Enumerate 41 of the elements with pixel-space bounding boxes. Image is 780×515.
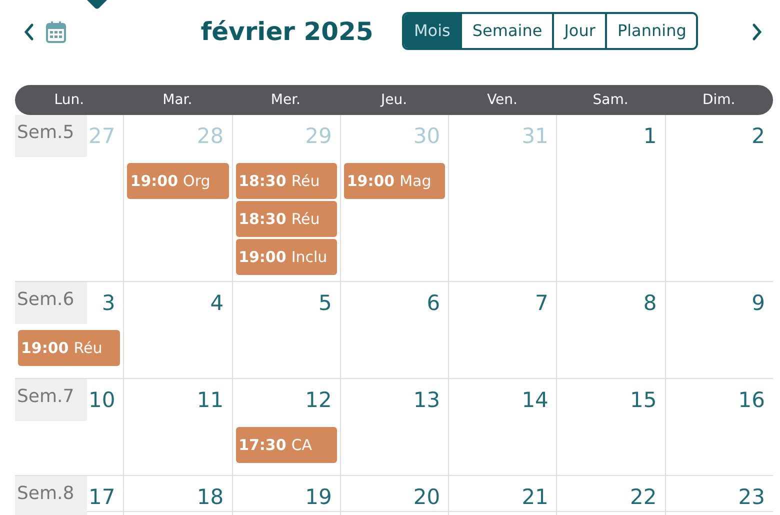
week-number[interactable]: Sem.8	[15, 476, 87, 515]
day-number[interactable]: 12	[305, 379, 340, 416]
day-number[interactable]: 4	[210, 282, 232, 320]
month-title: février 2025	[200, 16, 374, 48]
day-number[interactable]: 8	[643, 282, 665, 320]
day-number[interactable]: 7	[535, 282, 556, 320]
day-number[interactable]: 20	[413, 476, 448, 514]
day-number[interactable]: 2	[752, 115, 773, 152]
week-number[interactable]: Sem.6	[15, 282, 87, 324]
day-number[interactable]: 17	[88, 476, 124, 514]
previous-icon[interactable]	[22, 22, 36, 42]
day-number[interactable]: 23	[738, 476, 773, 514]
calendar-icon[interactable]	[46, 21, 66, 43]
weekday-label: Mar.	[162, 90, 194, 110]
day-number[interactable]: 10	[88, 379, 124, 416]
day-number[interactable]: 6	[426, 282, 448, 320]
weekday-label: Ven.	[486, 90, 518, 110]
day-number[interactable]: 15	[630, 379, 665, 416]
day-number[interactable]: 1	[643, 115, 665, 152]
week-number[interactable]: Sem.7	[15, 379, 87, 421]
day-number[interactable]: 9	[752, 282, 773, 320]
day-number[interactable]: 11	[196, 379, 232, 416]
weekday-label: Mer.	[270, 90, 302, 110]
view-tab[interactable]: Planning	[605, 14, 696, 48]
day-number[interactable]: 21	[522, 476, 556, 514]
day-number[interactable]: 16	[738, 379, 773, 416]
day-number[interactable]: 18	[196, 476, 232, 514]
day-number[interactable]: 19	[305, 476, 340, 514]
day-number[interactable]: 3	[102, 282, 124, 320]
day-number[interactable]: 22	[630, 476, 665, 514]
weekday-label: Sam.	[592, 90, 630, 110]
marker-icon	[87, 0, 107, 9]
day-number[interactable]: 13	[413, 379, 448, 416]
day-number[interactable]: 14	[522, 379, 556, 416]
week-number[interactable]: Sem.5	[15, 115, 87, 157]
weekday-label: Dim.	[701, 90, 736, 110]
day-number[interactable]: 5	[318, 282, 340, 320]
next-icon[interactable]	[750, 22, 764, 42]
weekday-label: Jeu.	[379, 90, 408, 110]
weekday-label: Lun.	[53, 90, 86, 110]
view-tab[interactable]: Mois	[404, 14, 460, 48]
